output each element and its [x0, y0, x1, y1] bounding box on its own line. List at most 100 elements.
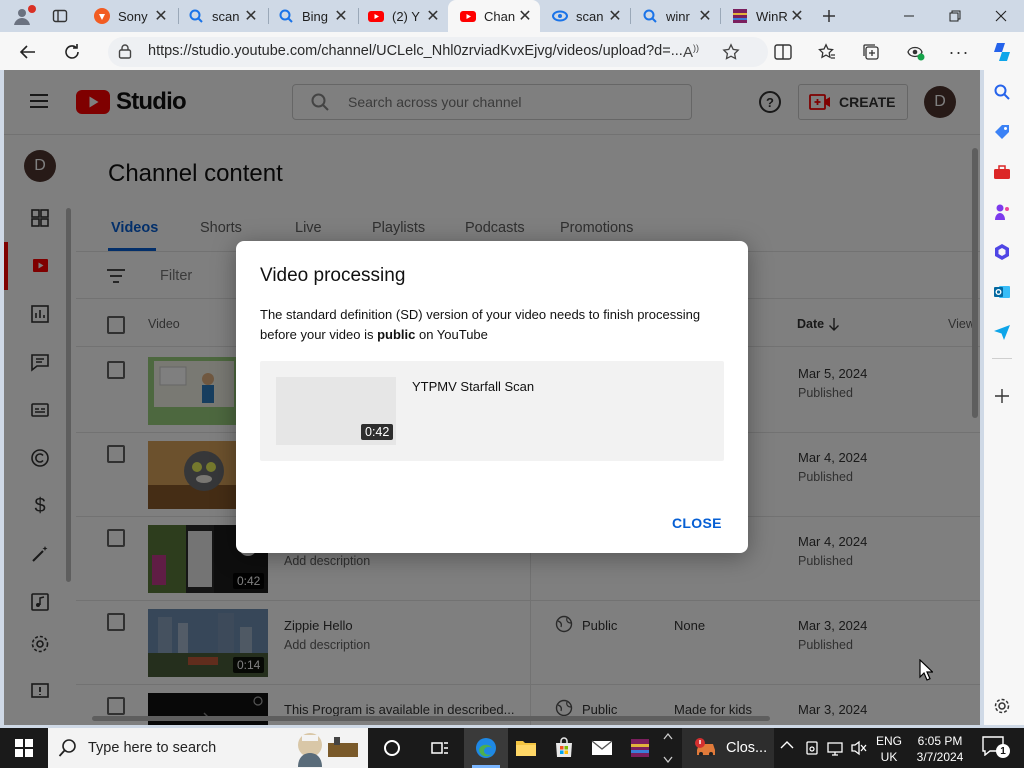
- close-tab-icon[interactable]: ✕: [152, 6, 170, 26]
- video-processing-dialog: Video processing The standard definition…: [236, 241, 748, 553]
- tools-icon[interactable]: [990, 160, 1014, 184]
- browser-tab-winrar[interactable]: WinR ✕: [720, 0, 812, 32]
- url-text[interactable]: https://studio.youtube.com/channel/UCLel…: [148, 43, 683, 59]
- browser-tab-youtube[interactable]: (2) Y ✕: [356, 0, 448, 32]
- car-alert-icon: [694, 738, 718, 758]
- refresh-button[interactable]: [58, 38, 86, 66]
- clock-date: 3/7/2024: [916, 750, 964, 764]
- taskbar-search-placeholder: Type here to search: [88, 740, 217, 756]
- notification-count-badge: 1: [996, 744, 1010, 758]
- chevron-up-icon: [780, 741, 794, 749]
- cortana-icon[interactable]: [372, 728, 412, 768]
- read-aloud-icon[interactable]: A)): [676, 38, 706, 66]
- close-tab-icon[interactable]: ✕: [606, 6, 624, 26]
- close-button[interactable]: CLOSE: [672, 515, 722, 531]
- volume-muted-icon[interactable]: [850, 740, 868, 756]
- brave-icon: [94, 8, 110, 24]
- tab-actions-icon[interactable]: [46, 4, 74, 28]
- browser-tab-label: scan: [212, 8, 240, 24]
- video-card: 0:42 YTPMV Starfall Scan: [260, 361, 724, 461]
- search-highlight-icon[interactable]: [288, 729, 366, 767]
- browser-tab-winrar-search[interactable]: winr ✕: [630, 0, 720, 32]
- browser-tab-label: WinR: [756, 8, 788, 24]
- refresh-icon: [65, 44, 79, 59]
- close-tab-icon[interactable]: ✕: [242, 6, 260, 26]
- more-options-icon[interactable]: ···: [944, 38, 974, 66]
- youtube-icon: [460, 8, 476, 24]
- sidebar-search-icon[interactable]: [990, 80, 1014, 104]
- copilot-icon[interactable]: [988, 38, 1016, 66]
- browser-tab-scan[interactable]: scan ✕: [176, 0, 266, 32]
- youtube-icon: [368, 8, 384, 24]
- close-window-button[interactable]: [978, 0, 1024, 32]
- new-tab-button[interactable]: [816, 4, 842, 28]
- minimize-button[interactable]: [886, 0, 932, 32]
- lock-icon[interactable]: [118, 43, 134, 61]
- close-tab-icon[interactable]: ✕: [788, 6, 806, 26]
- task-view-icon[interactable]: [420, 728, 460, 768]
- chevron-up-icon: [663, 732, 673, 740]
- taskbar-app-label: Clos...: [726, 740, 768, 756]
- browser-tab-label: Sony: [118, 8, 148, 24]
- favorite-star-icon[interactable]: [716, 38, 746, 66]
- sidebar-settings-icon[interactable]: [990, 694, 1014, 718]
- scan-icon: [552, 8, 568, 24]
- device-icon[interactable]: [804, 740, 820, 756]
- winrar-taskbar-icon[interactable]: [620, 728, 660, 768]
- add-sidebar-app-icon[interactable]: [990, 384, 1014, 408]
- winrar-icon: [732, 8, 748, 24]
- browser-tab-scan-2[interactable]: scan ✕: [540, 0, 630, 32]
- outlook-icon[interactable]: [990, 280, 1014, 304]
- restore-button[interactable]: [932, 0, 978, 32]
- show-hidden-icons[interactable]: [780, 740, 794, 754]
- network-icon[interactable]: [826, 740, 844, 756]
- browser-essentials-icon[interactable]: [900, 38, 930, 66]
- split-screen-icon[interactable]: [768, 38, 798, 66]
- favorites-icon[interactable]: [812, 38, 842, 66]
- taskbar-clock[interactable]: 6:05 PM 3/7/2024: [914, 733, 966, 765]
- edge-browser-icon[interactable]: [466, 728, 506, 768]
- browser-tab-label: (2) Y: [392, 8, 420, 24]
- close-icon: [995, 10, 1007, 22]
- language-code: ENG: [876, 734, 903, 748]
- close-tab-icon[interactable]: ✕: [516, 6, 534, 26]
- keyboard-layout: UK: [880, 750, 898, 764]
- close-tab-icon[interactable]: ✕: [696, 6, 714, 26]
- restore-icon: [949, 10, 961, 22]
- windows-start-icon[interactable]: [4, 728, 44, 768]
- dialog-body-bold: public: [377, 327, 416, 342]
- language-indicator[interactable]: ENG UK: [876, 733, 902, 765]
- send-icon[interactable]: [990, 320, 1014, 344]
- browser-tab-sony[interactable]: Sony ✕: [82, 0, 176, 32]
- mouse-cursor-icon: [919, 659, 933, 681]
- browser-tab-label: Bing: [302, 8, 329, 24]
- arrow-left-icon: [19, 45, 35, 59]
- taskbar-scroll-arrows[interactable]: [660, 732, 676, 764]
- plus-icon: [823, 10, 835, 22]
- collections-icon[interactable]: [856, 38, 886, 66]
- chevron-down-icon: [663, 756, 673, 764]
- search-icon: [278, 8, 294, 24]
- browser-tab-bing[interactable]: Bing ✕: [266, 0, 356, 32]
- microsoft-store-icon[interactable]: [544, 728, 584, 768]
- dialog-title: Video processing: [260, 265, 406, 286]
- browser-tab-label: Chan: [484, 8, 516, 24]
- browser-tab-label: winr: [666, 8, 690, 24]
- close-tab-icon[interactable]: ✕: [332, 6, 350, 26]
- dialog-body-text-end: on YouTube: [415, 327, 488, 342]
- close-tab-icon[interactable]: ✕: [424, 6, 442, 26]
- back-button[interactable]: [14, 38, 42, 66]
- browser-tab-channel-active[interactable]: Chan ✕: [448, 0, 540, 32]
- minimize-icon: [904, 15, 914, 17]
- shopping-tag-icon[interactable]: [990, 120, 1014, 144]
- sidebar-divider: [992, 358, 1012, 359]
- clock-time: 6:05 PM: [917, 734, 963, 748]
- mail-icon[interactable]: [582, 728, 622, 768]
- search-icon: [188, 8, 204, 24]
- games-icon[interactable]: [990, 200, 1014, 224]
- search-icon: [58, 738, 78, 758]
- video-card-title: YTPMV Starfall Scan: [412, 379, 535, 394]
- microsoft-365-icon[interactable]: [990, 240, 1014, 264]
- file-explorer-icon[interactable]: [506, 728, 546, 768]
- profile-alert-icon: [28, 5, 36, 13]
